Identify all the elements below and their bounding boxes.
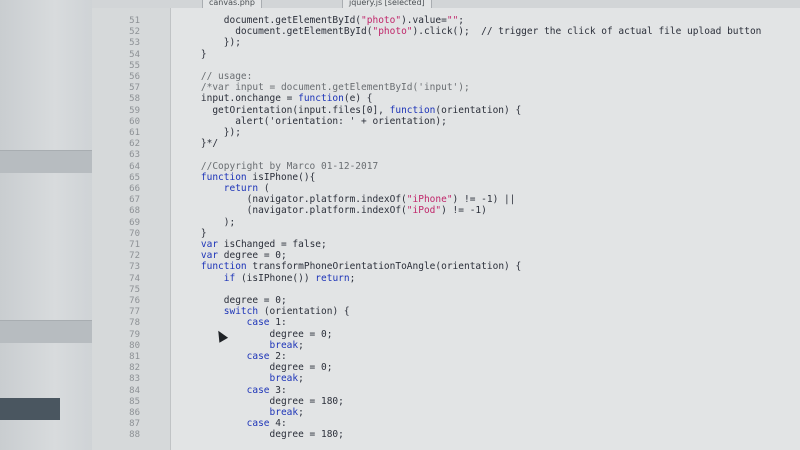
code-line[interactable]: 88 degree = 180; — [0, 428, 800, 442]
code-text: degree = 180; — [178, 429, 344, 441]
tab-canvas-php[interactable]: canvas.php — [202, 0, 262, 8]
line-number: 88 — [129, 430, 140, 441]
tab-jquery-js[interactable]: jquery.js [selected] — [342, 0, 432, 8]
